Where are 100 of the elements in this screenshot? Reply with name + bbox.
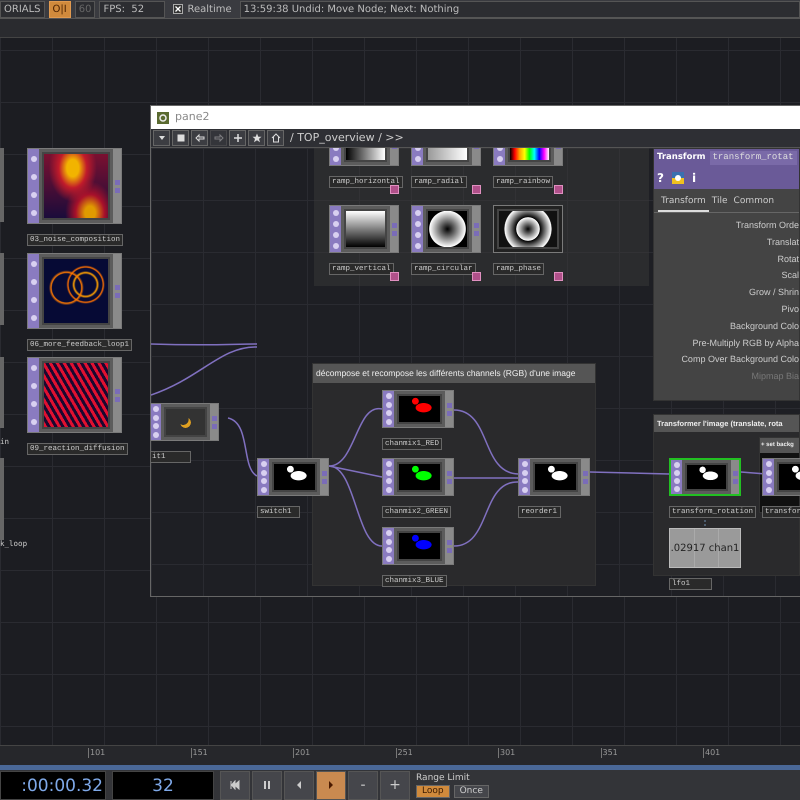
output-connectors-drawing [731,460,739,494]
node-preview [397,462,442,492]
annotation-title: décompose et recompose les différents channels (RGB) d'une image [313,364,595,383]
output-connectors-drawing [445,391,453,427]
output-connectors-drawing [320,459,328,495]
ruler-tick-label: 251 [396,748,413,758]
pause-icon [262,780,272,790]
transport-button[interactable] [316,770,346,800]
output-connectors-drawing [472,206,480,252]
parameter-label: Transform Orde [734,219,799,232]
operator-node[interactable] [27,357,122,433]
node-flags-drawing [671,460,682,494]
output-connectors-drawing [445,459,453,495]
node-flags-drawing [258,459,269,495]
node-preview [164,407,207,437]
node-preview [397,394,442,424]
operator-node[interactable] [151,403,219,441]
timecode-field[interactable]: :00:00.32 [0,770,106,800]
output-connectors-drawing [581,459,589,495]
node-preview [533,462,578,492]
parameter-label: Background Colo [728,320,799,333]
parameter-label: Translat [766,236,799,249]
parameter-label: Pivo [780,302,799,316]
operator-node[interactable] [257,458,329,496]
help-glyph[interactable]: ? [657,168,664,186]
node-edge-sliver [0,253,4,325]
add-icon [232,133,242,143]
ruler-tick-label: 301 [498,748,516,758]
range-option-button[interactable]: Once [454,785,489,798]
status-message: 13:59:38 Undid: Move Node; Next: Nothing [240,0,800,18]
node-flags-drawing [412,206,423,252]
range-option-button[interactable]: Loop [416,785,450,798]
channel-value-display[interactable]: .02917 chan1 [669,528,741,568]
ruler-tick-label: 351 [600,748,618,758]
wire [228,417,258,477]
node-preview [685,463,728,491]
operator-node[interactable] [382,390,454,428]
wire [454,409,518,475]
node-preview [497,209,559,249]
node-preview [42,257,110,325]
output-connectors-drawing [390,206,398,252]
parameter-tab[interactable]: Common [730,192,778,212]
fps-readout: FPS: 52 [99,0,166,18]
forward-icon [214,133,224,143]
network-path[interactable]: / TOP_overview / >> [290,130,404,146]
parameter-tab[interactable]: Tile [708,192,731,212]
parameter-label: Pre-Multiply RGB by Alpha [691,336,799,350]
transport-button[interactable] [284,770,314,800]
node-flags-drawing [383,391,394,427]
pane-icon [157,112,169,124]
realtime-label: Realtime [187,2,232,16]
node-preview [344,209,387,249]
operator-node[interactable] [382,458,454,496]
range-limit-label: Range Limit [416,772,471,785]
ruler-tick-label: 151 [190,748,208,758]
frame-field[interactable]: 32 [112,770,214,800]
realtime-checkbox[interactable] [173,4,184,14]
node-preview [272,462,317,492]
toolbar-button[interactable] [172,130,189,146]
rewind-icon [230,780,240,790]
back-icon [194,133,204,143]
cook-toggle[interactable]: O|I [48,0,71,18]
play-icon [326,780,336,790]
help-glyph[interactable]: i [692,168,696,186]
transport-button[interactable] [252,770,282,800]
node-flags-drawing [763,459,774,495]
transport-button[interactable] [220,770,250,800]
bookmark-icon [252,133,262,143]
parameter-tab[interactable]: Transform [658,192,709,212]
toolbar-button[interactable] [267,130,284,146]
toolbar-button[interactable] [153,130,170,146]
transport-button[interactable]: + [380,770,410,800]
output-connectors-drawing [210,404,218,440]
wire [454,481,518,547]
toolbar-button[interactable] [229,130,246,146]
operator-node[interactable] [382,527,454,565]
operator-node[interactable] [27,253,122,329]
operator-node[interactable] [411,205,481,253]
operator-node[interactable] [493,205,563,253]
node-preview [42,361,110,429]
parameter-label: Scal [780,269,799,282]
toolbar-button[interactable] [248,130,265,146]
operator-node[interactable] [329,205,399,253]
node-edge-sliver [0,357,4,428]
operator-type: Transform [657,151,706,164]
home-icon [270,133,280,143]
toolbar-button[interactable] [191,130,208,146]
operator-node[interactable] [27,148,122,224]
node-flags-drawing [383,459,394,495]
node-flags-drawing [383,528,394,564]
ruler-tick-label: 101 [88,748,106,758]
stop-icon [176,133,186,143]
operator-node[interactable] [518,458,590,496]
operator-node[interactable] [669,458,741,496]
output-connectors-drawing [445,528,453,564]
operator-name-field[interactable]: transform_rotat [710,151,797,164]
node-preview [42,152,110,220]
transport-button[interactable]: - [348,770,378,800]
parameter-label: Rotat [776,252,799,266]
node-preview [426,209,469,249]
